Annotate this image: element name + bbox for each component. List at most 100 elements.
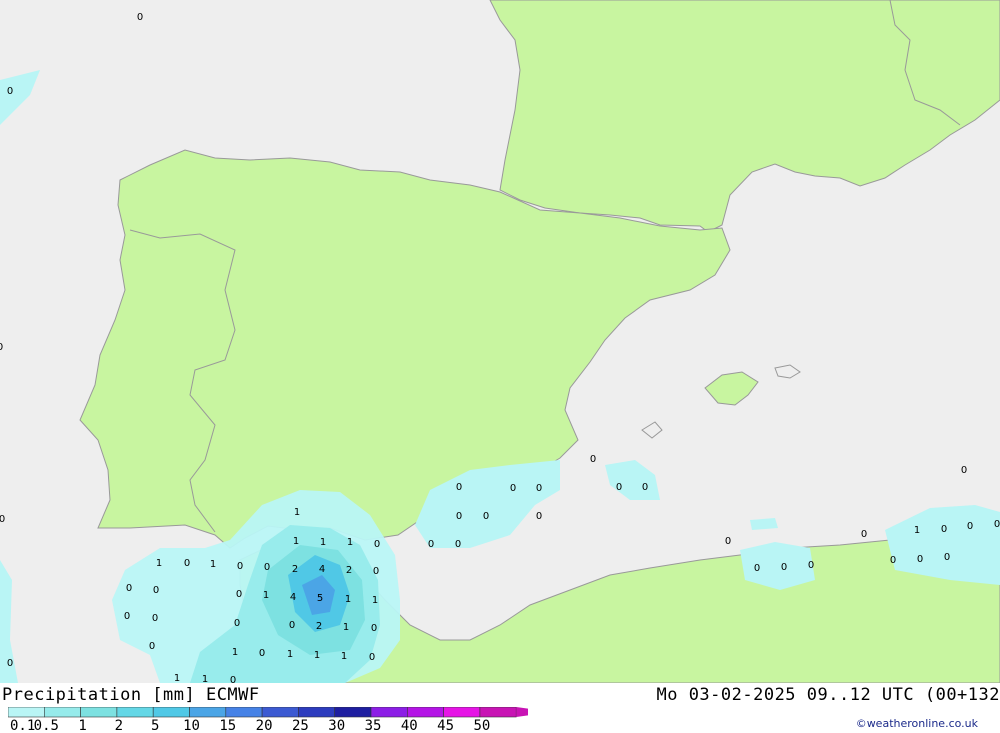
- precip-value: 0: [961, 465, 967, 476]
- color-legend: 0.10.5 1 2 5 10 15 20 25 30 35 40 45 50: [8, 707, 528, 733]
- precip-value: 0: [483, 511, 489, 522]
- precip-value: 0: [781, 562, 787, 573]
- legend-swatch: [261, 707, 299, 718]
- precip-value: 1: [314, 650, 320, 661]
- legend-label: 0.5: [34, 718, 59, 733]
- precip-value: 1: [293, 536, 299, 547]
- precip-value: 1: [210, 559, 216, 570]
- precip-value: 1: [232, 647, 238, 658]
- map-datetime: Mo 03-02-2025 09..12 UTC (00+132: [656, 685, 1000, 705]
- legend-swatch: [116, 707, 154, 718]
- precip-value: 0: [374, 539, 380, 550]
- legend-label: 50: [473, 718, 490, 733]
- legend-label: 5: [151, 718, 159, 733]
- legend-swatch: [406, 707, 444, 718]
- precip-value: 1: [263, 590, 269, 601]
- legend-label: 45: [437, 718, 454, 733]
- precip-value: 1: [341, 651, 347, 662]
- map-title: Precipitation [mm] ECMWF: [2, 685, 260, 705]
- legend-swatch: [8, 707, 45, 718]
- precip-value: 0: [237, 561, 243, 572]
- legend-swatch: [152, 707, 190, 718]
- precip-value: 1: [156, 558, 162, 569]
- precip-value: 0: [917, 554, 923, 565]
- precip-value: 4: [319, 564, 325, 575]
- precip-value: 5: [317, 593, 323, 604]
- legend-label: 35: [365, 718, 382, 733]
- precipitation-map: 0 0 0 0 0 0 0 0 0 0 0 1 0 0 0 0 0 1 0 0 0 1 1 1 0 0 0 0 0 0 1 0 1 0 0 2 4 2 0 0…: [0, 0, 1000, 683]
- precip-value: 0: [536, 511, 542, 522]
- legend-swatch: [298, 707, 335, 718]
- precip-value: 1: [294, 507, 300, 518]
- precip-value: 0: [259, 648, 265, 659]
- legend-label: 10: [183, 718, 200, 733]
- precip-value: 0: [890, 555, 896, 566]
- precip-value: 1: [347, 537, 353, 548]
- precip-value: 0: [0, 514, 5, 525]
- precip-value: 1: [372, 595, 378, 606]
- legend-label: 0.1: [10, 718, 35, 733]
- precip-value: 0: [371, 623, 377, 634]
- precip-value: 0: [808, 560, 814, 571]
- legend-swatch: [443, 707, 481, 718]
- precip-value: 1: [320, 537, 326, 548]
- precip-value: 0: [536, 483, 542, 494]
- legend-label: 20: [256, 718, 273, 733]
- legend-swatch: [189, 707, 227, 718]
- legend-swatch: [43, 707, 81, 718]
- precip-value: 2: [292, 564, 298, 575]
- precip-value: 2: [316, 621, 322, 632]
- legend-label: 30: [328, 718, 345, 733]
- credit-link[interactable]: ©weatheronline.co.uk: [856, 717, 978, 730]
- precip-value: 1: [202, 674, 208, 683]
- precip-value: 0: [7, 658, 13, 669]
- precip-value: 0: [184, 558, 190, 569]
- precip-value: 0: [236, 589, 242, 600]
- precip-value: 0: [455, 539, 461, 550]
- legend-swatch: [370, 707, 408, 718]
- precip-value: 0: [456, 511, 462, 522]
- precip-value: 0: [152, 613, 158, 624]
- precip-value: 1: [914, 525, 920, 536]
- precip-value: 1: [343, 622, 349, 633]
- precip-value: 0: [373, 566, 379, 577]
- precip-value: 0: [590, 454, 596, 465]
- precip-value: 0: [456, 482, 462, 493]
- legend-swatch: [334, 707, 372, 718]
- precip-value: 0: [994, 519, 1000, 530]
- legend-swatch: [479, 707, 517, 718]
- precip-value: 0: [941, 524, 947, 535]
- precip-value: 0: [754, 563, 760, 574]
- precip-value: 1: [345, 594, 351, 605]
- precip-value: 0: [149, 641, 155, 652]
- precip-value: 0: [642, 482, 648, 493]
- precip-value: 0: [428, 539, 434, 550]
- legend-label: 15: [219, 718, 236, 733]
- legend-label: 1: [78, 718, 86, 733]
- precip-value: 0: [369, 652, 375, 663]
- precip-value: 0: [0, 342, 3, 353]
- precip-value: 0: [126, 583, 132, 594]
- precip-value: 0: [230, 675, 236, 683]
- precip-value: 4: [290, 592, 296, 603]
- legend-swatch: [225, 707, 263, 718]
- precip-value: 0: [234, 618, 240, 629]
- precip-value: 0: [7, 86, 13, 97]
- precip-value: 0: [967, 521, 973, 532]
- precip-value: 0: [153, 585, 159, 596]
- legend-arrow: [516, 707, 528, 717]
- precip-value: 0: [264, 562, 270, 573]
- precip-value: 0: [137, 12, 143, 23]
- legend-label: 40: [401, 718, 418, 733]
- precip-value: 0: [124, 611, 130, 622]
- map-footer: Precipitation [mm] ECMWF Mo 03-02-2025 0…: [0, 683, 1000, 733]
- precip-value: 2: [346, 565, 352, 576]
- precip-value: 0: [944, 552, 950, 563]
- precip-value: 0: [289, 620, 295, 631]
- precip-value: 0: [510, 483, 516, 494]
- precip-value: 1: [174, 673, 180, 683]
- precip-value: 0: [616, 482, 622, 493]
- precip-value: 0: [725, 536, 731, 547]
- precip-value: 0: [861, 529, 867, 540]
- legend-swatch: [80, 707, 118, 718]
